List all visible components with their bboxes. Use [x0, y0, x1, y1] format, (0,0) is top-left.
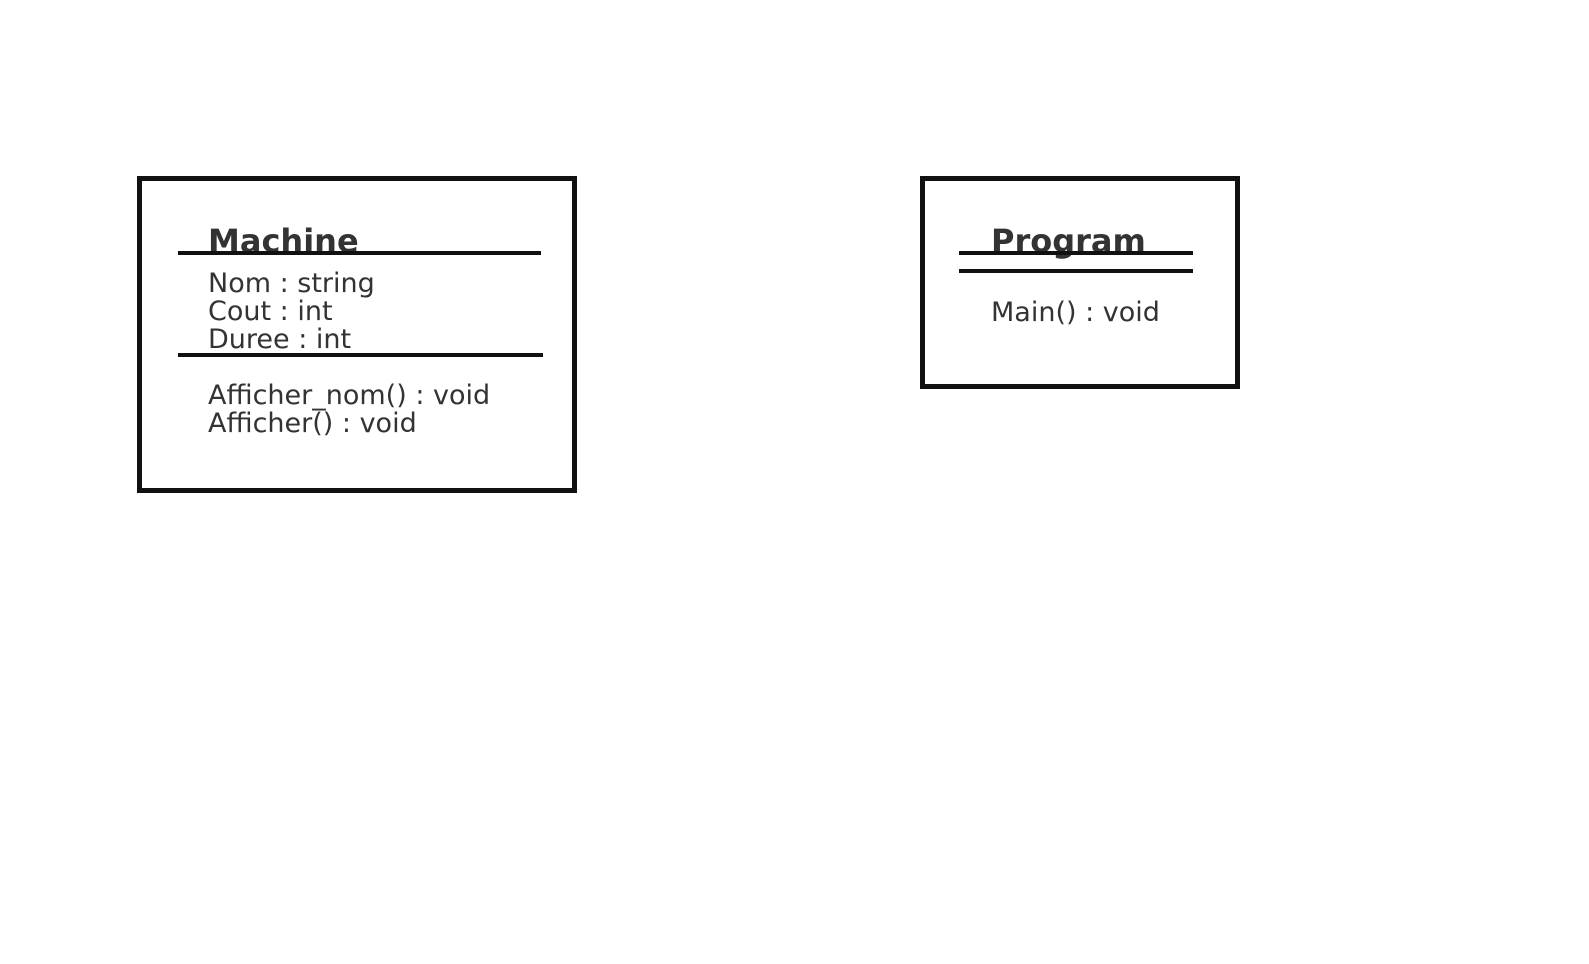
methods-section: Afficher_nom() : void Afficher() : void	[208, 382, 490, 438]
class-machine[interactable]: Machine Nom : string Cout : int Duree : …	[137, 176, 577, 493]
name-divider	[178, 251, 541, 255]
attributes-section: Nom : string Cout : int Duree : int	[208, 270, 375, 354]
attribute: Nom : string	[208, 268, 375, 299]
attributes-divider	[178, 353, 543, 357]
methods-section: Main() : void	[991, 299, 1160, 327]
attribute: Cout : int	[208, 296, 333, 327]
method: Afficher_nom() : void	[208, 380, 491, 411]
attribute: Duree : int	[208, 324, 352, 355]
name-divider	[959, 251, 1193, 255]
attributes-divider	[959, 269, 1193, 273]
method: Afficher() : void	[208, 408, 417, 439]
method: Main() : void	[991, 297, 1160, 328]
class-program[interactable]: Program Main() : void	[920, 176, 1240, 389]
